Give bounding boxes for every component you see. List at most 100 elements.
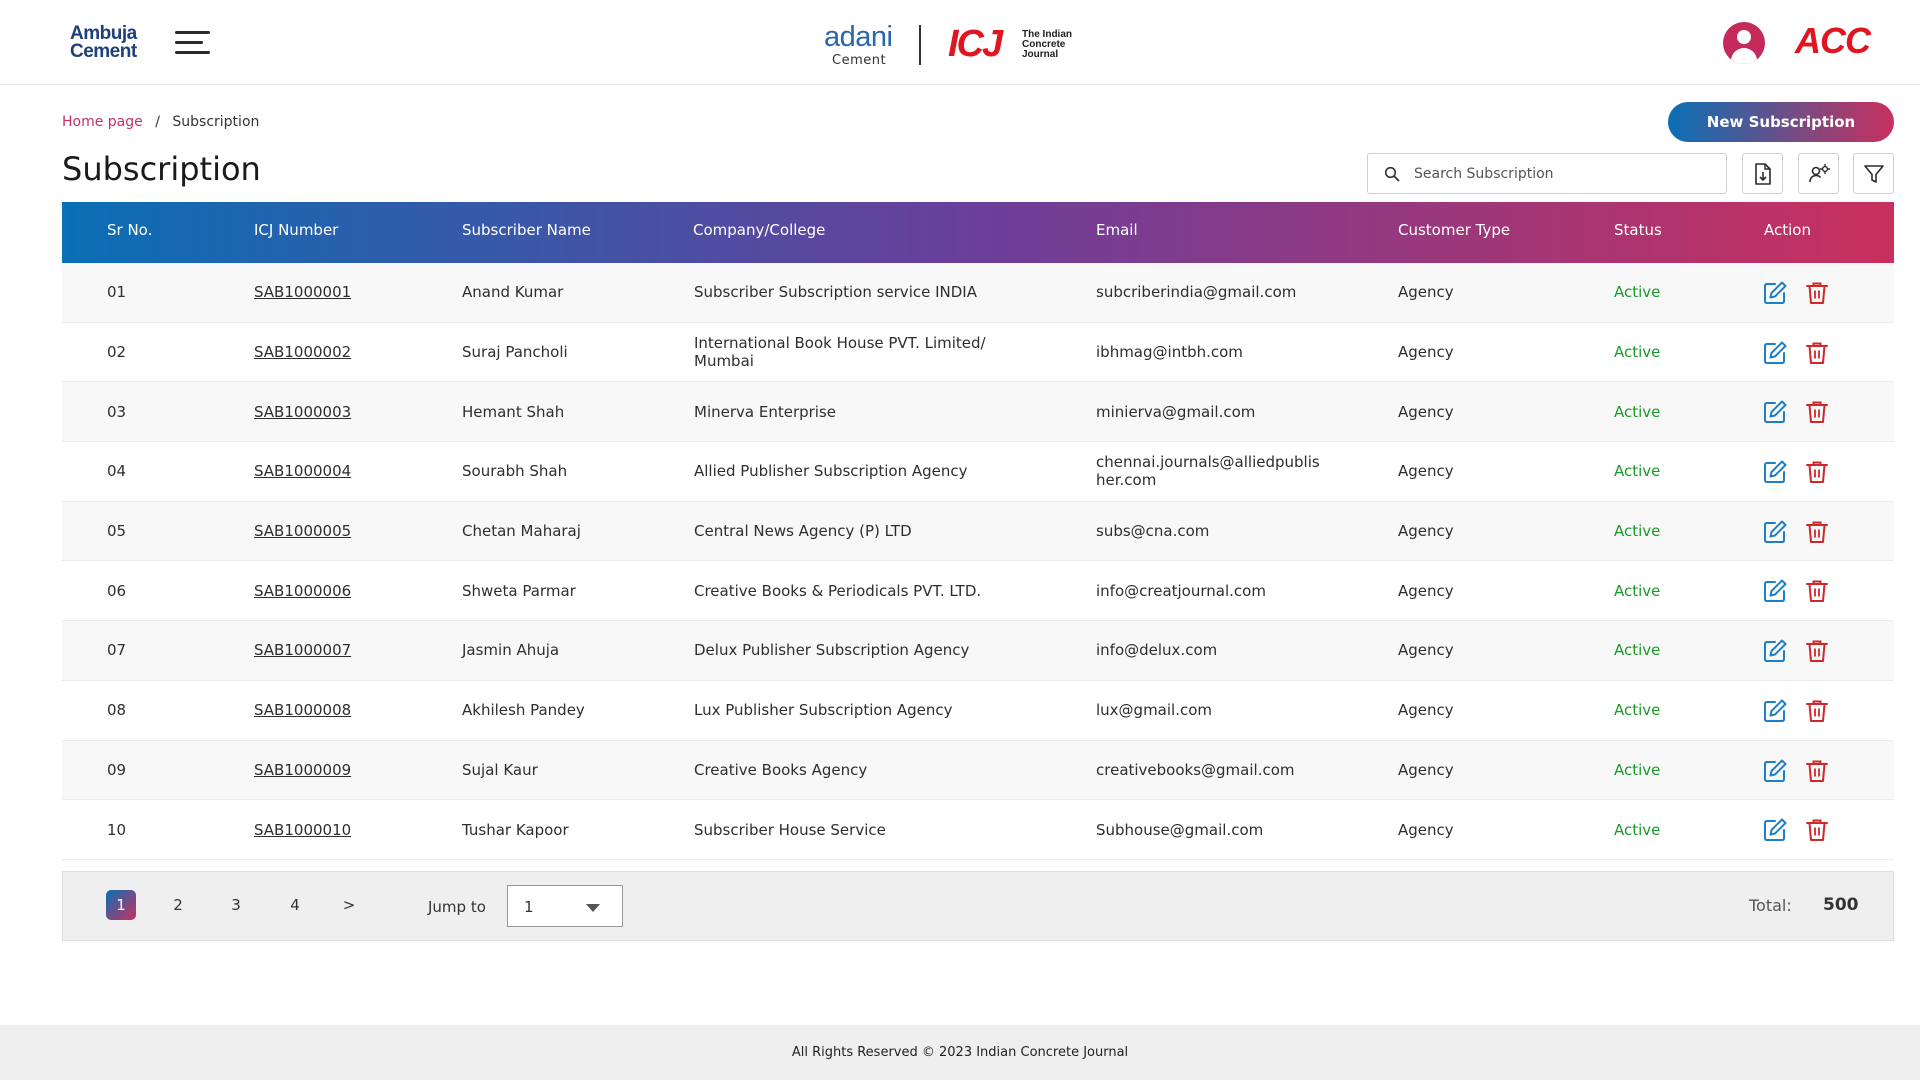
cell-subscriber-name: Hemant Shah: [462, 402, 565, 421]
edit-icon[interactable]: [1762, 638, 1788, 664]
hamburger-menu-icon[interactable]: [175, 31, 210, 55]
cell-icj-number-link[interactable]: SAB1000006: [254, 582, 434, 600]
cell-status: Active: [1614, 522, 1661, 541]
cell-icj-number-link[interactable]: SAB1000009: [254, 761, 434, 779]
cell-subscriber-name: Chetan Maharaj: [462, 522, 581, 541]
adani-icj-logo: adani Cement ICJ The Indian Concrete Jou…: [824, 22, 1094, 68]
caret-down-icon: [586, 904, 600, 912]
edit-icon[interactable]: [1762, 578, 1788, 604]
cell-subscriber-name: Suraj Pancholi: [462, 343, 568, 362]
cell-customer-type: Agency: [1398, 820, 1454, 839]
cell-status: Active: [1614, 641, 1661, 660]
cell-company: Creative Books & Periodicals PVT. LTD.: [694, 581, 982, 600]
table-body: 01 SAB1000001 Anand Kumar Subscriber Subscr…: [62, 263, 1894, 860]
delete-icon[interactable]: [1804, 459, 1830, 485]
column-header-email: Email: [1096, 221, 1138, 239]
cell-customer-type: Agency: [1398, 462, 1454, 481]
cell-email: info@delux.com: [1096, 641, 1218, 660]
delete-icon[interactable]: [1804, 340, 1830, 366]
adani-logo-word: adani: [824, 21, 893, 53]
search-input[interactable]: [1414, 154, 1714, 193]
cell-icj-number-link[interactable]: SAB1000001: [254, 283, 434, 301]
delete-icon[interactable]: [1804, 519, 1830, 545]
cell-sr-no: 06: [107, 581, 127, 600]
page-3-button[interactable]: 3: [221, 890, 251, 920]
delete-icon[interactable]: [1804, 578, 1830, 604]
cell-subscriber-name: Akhilesh Pandey: [462, 701, 585, 720]
breadcrumb: Home page / Subscription: [62, 114, 259, 130]
edit-icon[interactable]: [1762, 817, 1788, 843]
cell-company: Subscriber House Service: [694, 820, 886, 839]
edit-icon[interactable]: [1762, 280, 1788, 306]
cell-company: Central News Agency (P) LTD: [694, 522, 912, 541]
cell-customer-type: Agency: [1398, 283, 1454, 302]
cell-icj-number-link[interactable]: SAB1000008: [254, 701, 434, 719]
column-header-icj-number: ICJ Number: [254, 221, 339, 239]
cell-sr-no: 05: [107, 522, 127, 541]
page-2-button[interactable]: 2: [163, 890, 193, 920]
cell-subscriber-name: Sourabh Shah: [462, 462, 568, 481]
filter-icon: [1863, 164, 1884, 183]
edit-icon[interactable]: [1762, 399, 1788, 425]
column-header-action: Action: [1764, 221, 1811, 239]
next-page-chevron-icon[interactable]: >: [334, 890, 364, 920]
user-avatar-icon[interactable]: [1723, 22, 1765, 64]
cell-company: Creative Books Agency: [694, 760, 868, 779]
cell-customer-type: Agency: [1398, 760, 1454, 779]
adani-logo-sub: Cement: [832, 53, 887, 68]
footer: All Rights Reserved © 2023 Indian Concre…: [0, 1025, 1920, 1080]
column-header-status: Status: [1614, 221, 1662, 239]
new-subscription-button[interactable]: New Subscription: [1668, 102, 1894, 142]
column-header-sr-no: Sr No.: [107, 221, 153, 239]
page-4-button[interactable]: 4: [280, 890, 310, 920]
search-box: [1367, 153, 1727, 194]
edit-icon[interactable]: [1762, 340, 1788, 366]
cell-icj-number-link[interactable]: SAB1000007: [254, 641, 434, 659]
export-file-icon: [1754, 162, 1771, 185]
top-header: Ambuja Cement adani Cement ICJ The India…: [0, 0, 1920, 85]
edit-icon[interactable]: [1762, 519, 1788, 545]
column-settings-button[interactable]: [1798, 153, 1839, 194]
cell-customer-type: Agency: [1398, 402, 1454, 421]
cell-company: Delux Publisher Subscription Agency: [694, 641, 970, 660]
delete-icon[interactable]: [1804, 280, 1830, 306]
table-row: 09 SAB1000009 Sujal Kaur Creative Books Age…: [62, 740, 1894, 801]
edit-icon[interactable]: [1762, 758, 1788, 784]
cell-icj-number-link[interactable]: SAB1000002: [254, 343, 434, 361]
jump-to-value: 1: [524, 898, 534, 916]
cell-status: Active: [1614, 820, 1661, 839]
breadcrumb-separator: /: [155, 114, 160, 130]
cell-icj-number-link[interactable]: SAB1000010: [254, 821, 434, 839]
cell-company: Minerva Enterprise: [694, 402, 837, 421]
cell-company: Lux Publisher Subscription Agency: [694, 701, 953, 720]
breadcrumb-home-link[interactable]: Home page: [62, 114, 143, 130]
cell-email: Subhouse@gmail.com: [1096, 820, 1264, 839]
total-label: Total:: [1749, 896, 1792, 915]
acc-logo: ACC: [1795, 20, 1871, 61]
cell-icj-number-link[interactable]: SAB1000003: [254, 403, 434, 421]
edit-icon[interactable]: [1762, 459, 1788, 485]
ambuja-cement-logo[interactable]: Ambuja Cement: [70, 24, 137, 61]
cell-subscriber-name: Shweta Parmar: [462, 581, 576, 600]
cell-status: Active: [1614, 581, 1661, 600]
delete-icon[interactable]: [1804, 698, 1830, 724]
edit-icon[interactable]: [1762, 698, 1788, 724]
cell-sr-no: 02: [107, 343, 127, 362]
page-1-button[interactable]: 1: [106, 890, 136, 920]
subscription-table: Sr No. ICJ Number Subscriber Name Compan…: [62, 202, 1894, 860]
cell-sr-no: 09: [107, 760, 127, 779]
export-button[interactable]: [1742, 153, 1783, 194]
filter-button[interactable]: [1853, 153, 1894, 194]
table-row: 02 SAB1000002 Suraj Pancholi International …: [62, 322, 1894, 383]
cell-icj-number-link[interactable]: SAB1000005: [254, 522, 434, 540]
delete-icon[interactable]: [1804, 817, 1830, 843]
delete-icon[interactable]: [1804, 399, 1830, 425]
cell-icj-number-link[interactable]: SAB1000004: [254, 462, 434, 480]
column-header-customer-type: Customer Type: [1398, 221, 1511, 239]
delete-icon[interactable]: [1804, 758, 1830, 784]
search-icon: [1384, 166, 1400, 182]
jump-to-select[interactable]: 1: [507, 885, 623, 927]
cell-sr-no: 04: [107, 462, 127, 481]
cell-subscriber-name: Sujal Kaur: [462, 760, 538, 779]
delete-icon[interactable]: [1804, 638, 1830, 664]
